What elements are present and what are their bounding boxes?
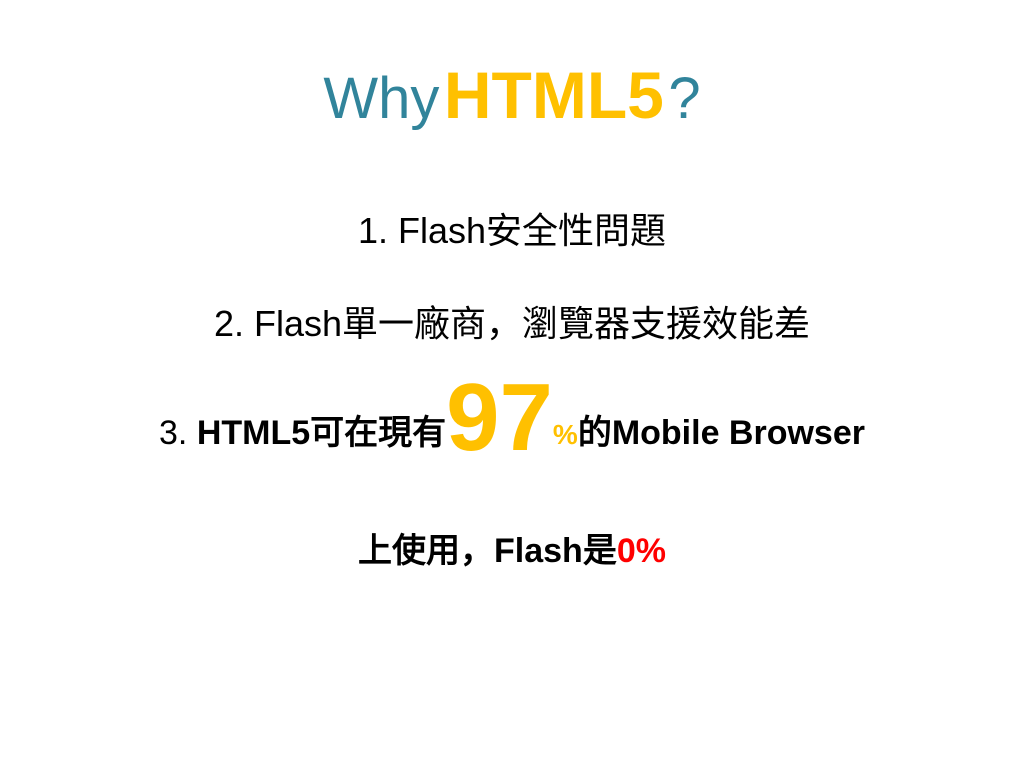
point-3-big-number: 97 xyxy=(446,364,553,471)
slide-title: Why HTML5 ? xyxy=(0,62,1024,128)
point-1: 1. Flash安全性問題 xyxy=(357,210,667,251)
title-suffix: ? xyxy=(668,66,701,131)
slide: Why HTML5 ? 1. Flash安全性問題 2. Flash單一廠商，瀏… xyxy=(0,0,1024,768)
point-3: 3. HTML5可在現有97%的Mobile Browser xyxy=(0,370,1024,466)
point-3-lead: HTML5可在現有 xyxy=(196,414,447,452)
point-3-continuation: 上使用，Flash是0% xyxy=(0,534,1024,568)
point-4-value: 0% xyxy=(616,532,666,570)
point-2: 2. Flash單一廠商，瀏覽器支援效能差 xyxy=(213,303,811,344)
point-3-number: 3. xyxy=(159,414,197,452)
title-prefix: Why xyxy=(323,66,440,131)
point-3-percent: % xyxy=(552,419,578,450)
title-highlight: HTML5 xyxy=(443,58,664,132)
point-3-tail: 的Mobile Browser xyxy=(577,414,865,452)
point-4-lead: 上使用，Flash是 xyxy=(358,532,617,570)
